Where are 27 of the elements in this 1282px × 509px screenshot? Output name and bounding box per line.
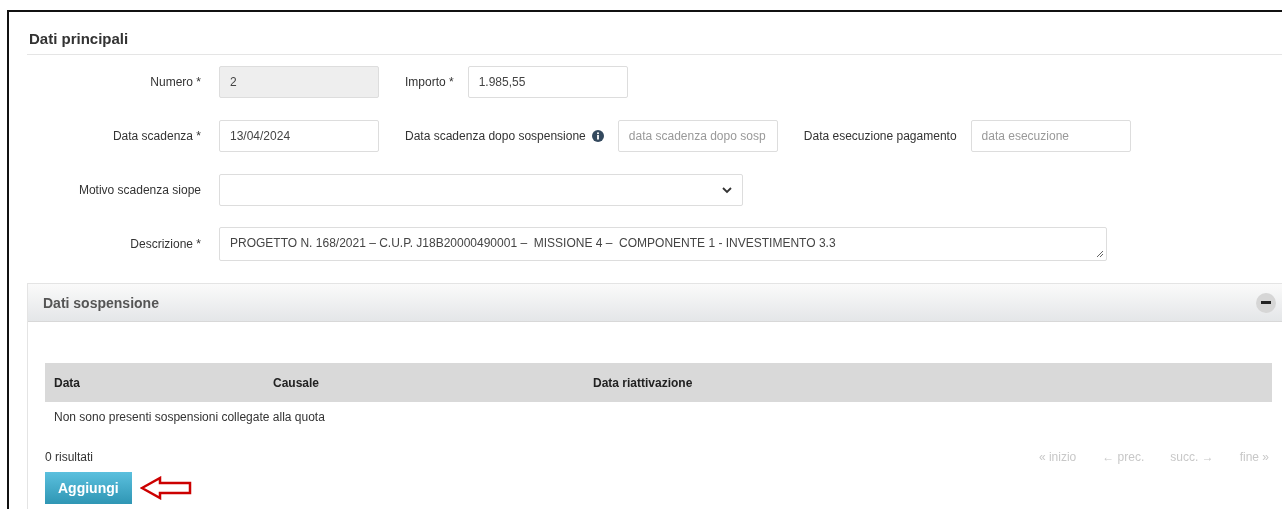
panel-title: Dati sospensione xyxy=(43,294,159,311)
input-field[interactable]: 13/04/2024 xyxy=(219,120,379,152)
column-header: Data riattivazione xyxy=(593,375,694,390)
empty-message: Non sono presenti sospensioni collegate alla quota xyxy=(54,410,325,424)
field-label: Numero * xyxy=(149,75,201,89)
select-field[interactable] xyxy=(219,174,743,206)
arrow-icon xyxy=(139,476,192,500)
result-count: 0 risultati xyxy=(45,450,94,464)
resize-handle-icon xyxy=(1096,250,1103,257)
field-label: Descrizione * xyxy=(129,237,201,251)
field-label: Data scadenza * xyxy=(111,129,201,143)
column-header: Data xyxy=(53,375,81,390)
field-label: Data esecuzione pagamento xyxy=(803,129,957,143)
field-label: Motivo scadenza siope xyxy=(77,183,201,197)
input-field[interactable]: data scadenza dopo sosp xyxy=(617,120,778,152)
input-field[interactable]: 1.985,55 xyxy=(467,66,628,98)
description-field[interactable]: PROGETTO N. 168/2021 – C.U.P. J18B20000490001 – MISSIONE 4 – COMPONENTE 1 - INVESTIMENTO 3.3 xyxy=(219,227,1107,261)
section-title: Dati principali xyxy=(27,26,1282,55)
input-field[interactable]: data esecuzione xyxy=(970,120,1131,152)
input-field[interactable]: 2 xyxy=(219,66,379,98)
field-label: Importo * xyxy=(405,75,454,89)
add-button[interactable]: Aggiungi xyxy=(45,472,132,504)
field-label: Data scadenza dopo sospensione xyxy=(405,129,604,143)
column-header: Causale xyxy=(273,375,321,390)
chevron-down-icon xyxy=(722,186,732,194)
minus-icon xyxy=(1261,301,1271,304)
collapse-button[interactable] xyxy=(1256,292,1276,313)
